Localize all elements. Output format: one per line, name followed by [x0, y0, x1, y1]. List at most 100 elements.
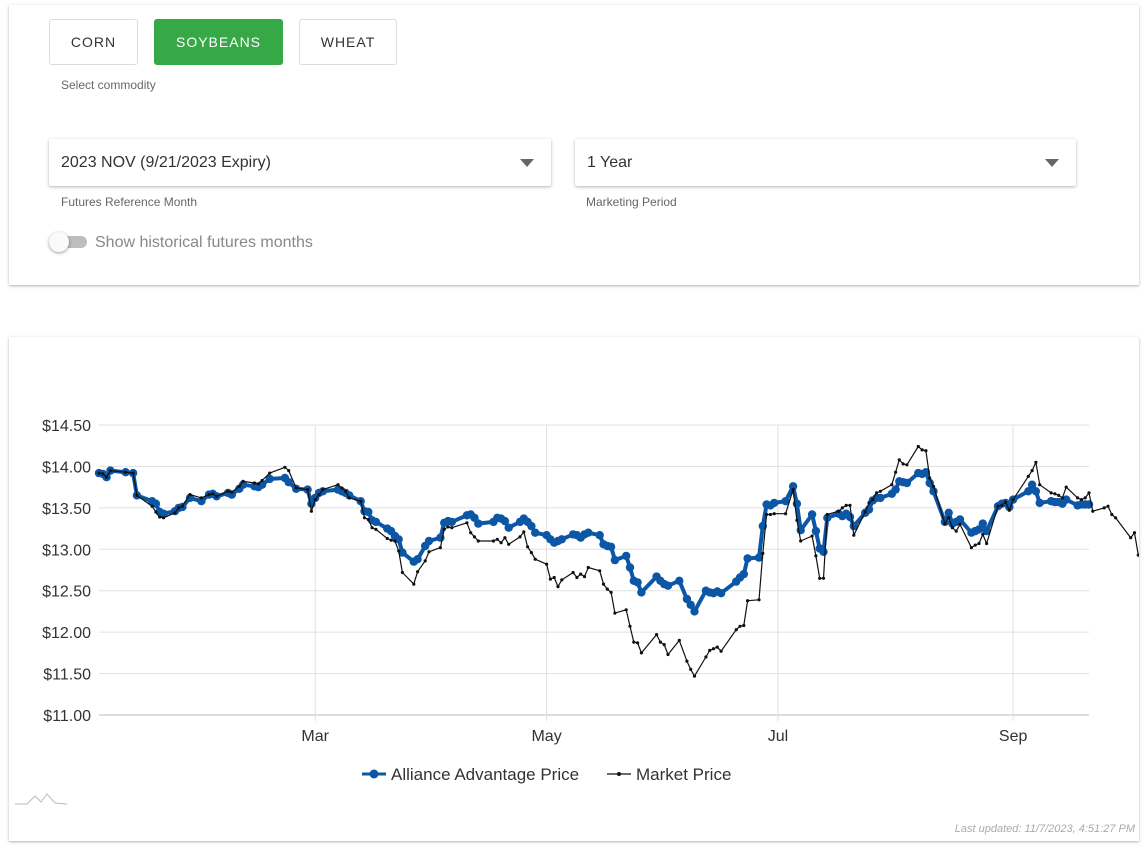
- data-point[interactable]: [920, 448, 924, 452]
- data-point[interactable]: [981, 532, 985, 536]
- data-point[interactable]: [413, 555, 422, 564]
- data-point[interactable]: [309, 509, 313, 513]
- data-point[interactable]: [658, 640, 663, 644]
- data-point[interactable]: [207, 493, 211, 497]
- data-point[interactable]: [916, 444, 920, 449]
- soybeans-button[interactable]: SOYBEANS: [154, 19, 283, 65]
- data-point[interactable]: [1031, 487, 1041, 496]
- data-point[interactable]: [230, 490, 234, 494]
- data-point[interactable]: [633, 578, 642, 587]
- data-point[interactable]: [894, 470, 898, 474]
- data-point[interactable]: [336, 483, 340, 487]
- data-point[interactable]: [770, 498, 779, 508]
- data-point[interactable]: [108, 469, 112, 473]
- data-point[interactable]: [639, 651, 644, 655]
- data-point[interactable]: [784, 512, 788, 516]
- data-point[interactable]: [131, 471, 135, 475]
- data-point[interactable]: [173, 511, 177, 515]
- data-point[interactable]: [734, 628, 738, 632]
- data-point[interactable]: [958, 522, 962, 526]
- data-point[interactable]: [875, 491, 879, 495]
- data-point[interactable]: [811, 526, 821, 536]
- data-point[interactable]: [294, 486, 298, 490]
- data-point[interactable]: [610, 555, 620, 565]
- data-point[interactable]: [613, 611, 617, 615]
- data-point[interactable]: [878, 489, 883, 493]
- data-point[interactable]: [370, 526, 374, 530]
- data-point[interactable]: [662, 643, 666, 647]
- data-point[interactable]: [575, 575, 579, 580]
- data-point[interactable]: [584, 528, 593, 537]
- data-point[interactable]: [1114, 516, 1118, 520]
- data-point[interactable]: [177, 506, 181, 510]
- data-point[interactable]: [427, 550, 431, 554]
- data-point[interactable]: [268, 471, 272, 475]
- data-point[interactable]: [1026, 474, 1030, 478]
- data-point[interactable]: [1136, 553, 1139, 557]
- data-point[interactable]: [522, 530, 526, 534]
- data-point[interactable]: [840, 506, 845, 510]
- data-point[interactable]: [283, 465, 287, 469]
- data-point[interactable]: [389, 538, 393, 542]
- data-point[interactable]: [447, 517, 456, 527]
- data-point[interactable]: [586, 565, 590, 570]
- data-point[interactable]: [598, 569, 602, 573]
- data-point[interactable]: [158, 515, 162, 519]
- data-point[interactable]: [985, 541, 989, 546]
- data-point[interactable]: [188, 493, 192, 497]
- data-point[interactable]: [715, 645, 719, 649]
- data-point[interactable]: [819, 547, 828, 556]
- legend-item[interactable]: Alliance Advantage Price: [362, 765, 579, 784]
- data-point[interactable]: [306, 488, 310, 492]
- data-point[interactable]: [677, 638, 681, 642]
- data-point[interactable]: [1076, 496, 1080, 500]
- data-point[interactable]: [947, 516, 951, 520]
- data-point[interactable]: [973, 543, 977, 547]
- data-point[interactable]: [605, 587, 609, 591]
- data-point[interactable]: [632, 640, 636, 644]
- data-point[interactable]: [124, 470, 128, 474]
- data-point[interactable]: [582, 575, 587, 579]
- data-point[interactable]: [663, 581, 673, 590]
- data-point[interactable]: [867, 501, 871, 505]
- data-point[interactable]: [897, 458, 901, 462]
- data-point[interactable]: [1132, 531, 1137, 535]
- data-point[interactable]: [924, 449, 928, 453]
- data-point[interactable]: [719, 649, 723, 653]
- data-point[interactable]: [761, 551, 765, 555]
- data-point[interactable]: [226, 489, 230, 493]
- data-point[interactable]: [1060, 496, 1064, 500]
- data-point[interactable]: [1057, 493, 1061, 497]
- data-point[interactable]: [256, 482, 260, 486]
- corn-button[interactable]: CORN: [49, 19, 138, 65]
- data-point[interactable]: [161, 516, 166, 520]
- legend-item[interactable]: Market Price: [607, 765, 731, 784]
- data-point[interactable]: [891, 485, 900, 494]
- data-point[interactable]: [416, 570, 420, 574]
- data-point[interactable]: [628, 624, 632, 628]
- data-point[interactable]: [901, 462, 905, 466]
- data-point[interactable]: [739, 569, 748, 579]
- data-point[interactable]: [364, 507, 373, 517]
- data-point[interactable]: [1038, 483, 1042, 487]
- data-point[interactable]: [799, 539, 803, 543]
- data-point[interactable]: [503, 536, 507, 540]
- data-point[interactable]: [655, 633, 659, 637]
- data-point[interactable]: [905, 463, 909, 467]
- data-point[interactable]: [552, 575, 556, 580]
- data-point[interactable]: [446, 525, 450, 529]
- data-point[interactable]: [1106, 504, 1110, 508]
- data-point[interactable]: [526, 545, 530, 549]
- data-point[interactable]: [1102, 506, 1106, 510]
- data-point[interactable]: [863, 510, 867, 514]
- data-point[interactable]: [1011, 498, 1015, 502]
- data-point[interactable]: [579, 572, 583, 576]
- data-point[interactable]: [556, 585, 560, 589]
- data-point[interactable]: [313, 498, 317, 502]
- data-point[interactable]: [495, 537, 499, 541]
- data-point[interactable]: [814, 554, 818, 558]
- data-point[interactable]: [450, 526, 454, 530]
- data-point[interactable]: [711, 647, 716, 651]
- data-point[interactable]: [438, 546, 442, 550]
- data-point[interactable]: [397, 549, 401, 553]
